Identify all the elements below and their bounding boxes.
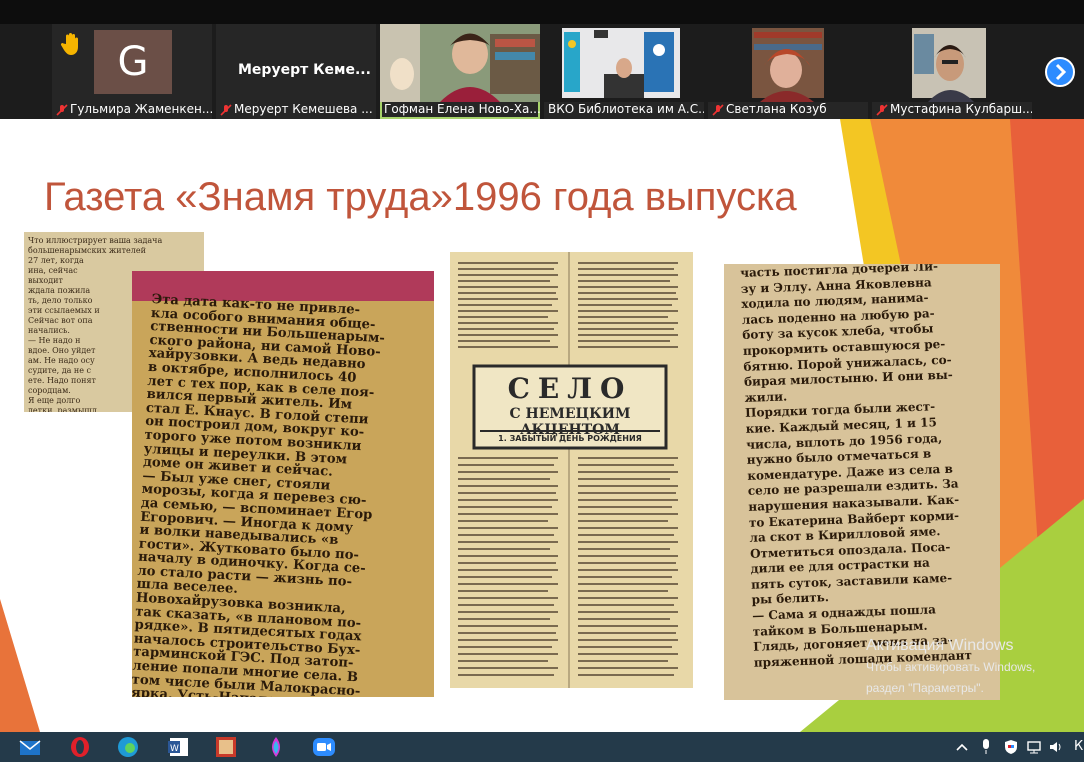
network-icon[interactable] xyxy=(1026,739,1042,755)
image-viewer-icon[interactable] xyxy=(214,736,238,758)
edge-icon[interactable] xyxy=(116,736,140,758)
newspaper-text-line: 27 лет, когда xyxy=(28,256,84,265)
participant-tile-4[interactable]: ВКО Библиотека им А.С... xyxy=(544,24,704,119)
participant-tile-3-active[interactable]: Гофман Елена Ново-Ха... xyxy=(380,24,540,119)
word-icon[interactable]: W xyxy=(166,736,190,758)
shared-slide: Газета «Знамя труда»1996 года выпуска Чт… xyxy=(0,119,1084,732)
volume-icon[interactable] xyxy=(1048,739,1064,755)
next-page-button[interactable] xyxy=(1045,57,1075,87)
participant-display-name: Меруерт Кеме... xyxy=(238,62,371,78)
microphone-icon[interactable] xyxy=(980,738,992,756)
chevron-up-icon[interactable] xyxy=(955,741,969,753)
newspaper-clip-2: Эта дата как-то не привле-кла особого вн… xyxy=(132,271,434,697)
participant-name: Светлана Козуб xyxy=(726,102,827,116)
newspaper-clip-4: часть постигла дочерей Ли-зу и Эллу. Анн… xyxy=(724,264,1000,700)
top-bar xyxy=(0,0,1084,24)
mail-icon[interactable] xyxy=(18,736,42,758)
newspaper-clip-3: СЕЛО С НЕМЕЦКИМ АКЦЕНТОМ 1. ЗАБЫТЫЙ ДЕНЬ… xyxy=(450,252,693,688)
participant-tile-5[interactable]: Светлана Козуб xyxy=(708,24,868,119)
watermark-title: Активация Windows xyxy=(866,637,1014,654)
opera-icon[interactable] xyxy=(68,736,92,758)
participant-name: Гульмира Жаменкен... xyxy=(70,102,212,116)
taskbar: W К xyxy=(0,732,1084,762)
participant-tile-6[interactable]: Мустафина Кулбарш... xyxy=(872,24,1032,119)
participant-tile-2[interactable]: Меруерт Кеме... Меруерт Кемешева ... xyxy=(216,24,376,119)
zoom-icon[interactable] xyxy=(312,736,336,758)
participant-video xyxy=(544,24,704,102)
avatar: G xyxy=(94,30,172,94)
paint-icon[interactable] xyxy=(264,736,288,758)
language-indicator[interactable]: К xyxy=(1074,739,1083,754)
svg-text:W: W xyxy=(170,744,179,754)
participant-name: Гофман Елена Ново-Ха... xyxy=(384,102,540,116)
raised-hand-icon xyxy=(60,33,78,55)
participant-video xyxy=(708,24,868,102)
security-icon[interactable] xyxy=(1003,739,1019,755)
headline-caption: 1. ЗАБЫТЫЙ ДЕНЬ РОЖДЕНИЯ xyxy=(498,434,642,443)
slide-title: Газета «Знамя труда»1996 года выпуска xyxy=(44,175,797,219)
chevron-right-icon xyxy=(1055,63,1067,81)
participant-name: Меруерт Кемешева ... xyxy=(234,102,373,116)
participant-name: Мустафина Кулбарш... xyxy=(890,102,1032,116)
headline-main: СЕЛО xyxy=(507,372,633,405)
newspaper-columns xyxy=(458,252,678,688)
participant-name: ВКО Библиотека им А.С... xyxy=(548,102,704,116)
watermark-line-1: Чтобы активировать Windows, xyxy=(866,660,1036,674)
participant-video xyxy=(872,24,1032,102)
watermark-line-2: раздел "Параметры". xyxy=(866,681,984,695)
newspaper-text-line: большенарымских жителей xyxy=(28,246,146,255)
participant-video xyxy=(380,24,540,102)
newspaper-text-line: Что иллюстрирует ваша задача xyxy=(28,236,163,245)
participant-tile-1[interactable]: G Гульмира Жаменкен... xyxy=(52,24,212,119)
